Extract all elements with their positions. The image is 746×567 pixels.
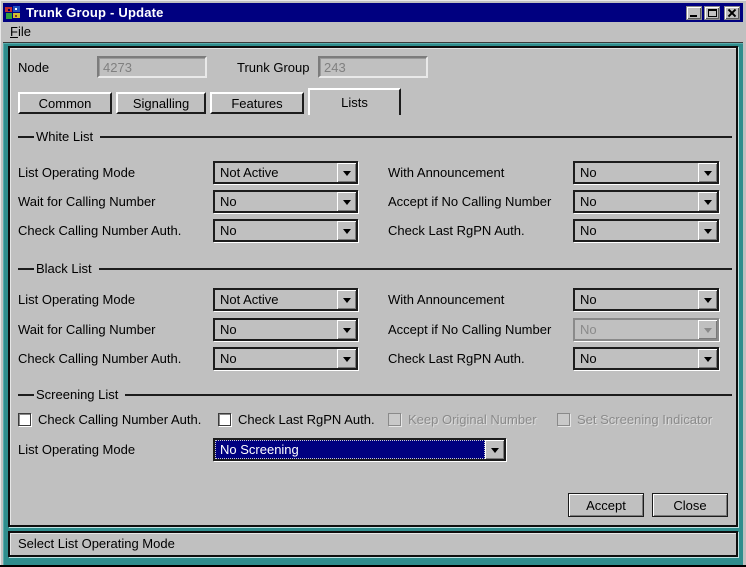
white-list-title: White List [34,129,100,144]
maximize-icon [708,9,717,17]
black-list-group-header: Black List [18,262,732,275]
checkbox-label: Check Last RgPN Auth. [238,412,375,427]
chevron-down-icon[interactable] [698,221,717,240]
wl-with-announcement-label: With Announcement [388,165,504,180]
trunk-group-label: Trunk Group [237,60,310,75]
window-title: Trunk Group - Update [26,5,164,20]
node-field [97,56,207,78]
bl-accept-if-no-calling-number-combo: No [573,318,719,341]
bl-check-calling-number-auth-label: Check Calling Number Auth. [18,351,181,366]
combo-value: No [575,290,698,309]
bl-check-last-rgpn-auth-label: Check Last RgPN Auth. [388,351,525,366]
combo-value-selected: No Screening [215,440,485,459]
wl-accept-if-no-calling-number-combo[interactable]: No [573,190,719,213]
combo-value: No [575,163,698,182]
combo-value: No [215,349,337,368]
bl-check-last-rgpn-auth-combo[interactable]: No [573,347,719,370]
chevron-down-icon[interactable] [337,163,356,182]
app-icon [5,6,21,20]
minimize-button[interactable] [686,6,702,20]
checkbox-set-screening-indicator: Set Screening Indicator [557,412,712,427]
white-list-group-header: White List [18,130,732,143]
combo-value: Not Active [215,290,337,309]
combo-value: No [575,192,698,211]
combo-value: No [575,349,698,368]
checkbox-box [557,413,570,426]
chevron-down-icon[interactable] [337,221,356,240]
status-bar: Select List Operating Mode [8,531,738,557]
tab-signalling[interactable]: Signalling [116,92,206,114]
bl-wait-for-calling-number-label: Wait for Calling Number [18,322,156,337]
screening-list-group-header: Screening List [18,388,732,401]
title-bar: Trunk Group - Update [3,3,743,22]
minimize-icon [690,15,697,17]
checkbox-box [388,413,401,426]
checkbox-box[interactable] [18,413,31,426]
chevron-down-icon[interactable] [337,349,356,368]
menu-file[interactable]: File [3,22,38,42]
wl-wait-for-calling-number-label: Wait for Calling Number [18,194,156,209]
wl-check-calling-number-auth-label: Check Calling Number Auth. [18,223,181,238]
combo-value: No [575,320,698,339]
chevron-down-icon[interactable] [485,440,504,459]
screening-list-title: Screening List [34,387,125,402]
sl-list-operating-mode-combo[interactable]: No Screening [213,438,506,461]
bl-with-announcement-combo[interactable]: No [573,288,719,311]
combo-value: No [215,192,337,211]
checkbox-check-calling-number-auth[interactable]: Check Calling Number Auth. [18,412,201,427]
wl-list-operating-mode-combo[interactable]: Not Active [213,161,358,184]
chevron-down-icon[interactable] [698,349,717,368]
bl-with-announcement-label: With Announcement [388,292,504,307]
menu-bar: File [3,22,743,42]
wl-check-last-rgpn-auth-label: Check Last RgPN Auth. [388,223,525,238]
wl-check-last-rgpn-auth-combo[interactable]: No [573,219,719,242]
chevron-down-icon[interactable] [337,192,356,211]
checkbox-box[interactable] [218,413,231,426]
bl-check-calling-number-auth-combo[interactable]: No [213,347,358,370]
chevron-down-icon [698,320,717,339]
checkbox-label: Set Screening Indicator [577,412,712,427]
checkbox-label: Keep Original Number [408,412,537,427]
main-panel: Node Trunk Group Common Signalling Featu… [8,46,738,527]
close-button[interactable]: Close [652,493,728,517]
sl-list-operating-mode-label: List Operating Mode [18,442,135,457]
maximize-button[interactable] [704,6,720,20]
close-window-button[interactable] [724,6,740,20]
combo-value: No [215,221,337,240]
chevron-down-icon[interactable] [337,290,356,309]
chevron-down-icon[interactable] [337,320,356,339]
accept-button[interactable]: Accept [568,493,644,517]
wl-list-operating-mode-label: List Operating Mode [18,165,135,180]
chevron-down-icon[interactable] [698,290,717,309]
bl-list-operating-mode-label: List Operating Mode [18,292,135,307]
wl-with-announcement-combo[interactable]: No [573,161,719,184]
combo-value: No [215,320,337,339]
wl-wait-for-calling-number-combo[interactable]: No [213,190,358,213]
tab-lists[interactable]: Lists [308,88,401,115]
checkbox-keep-original-number: Keep Original Number [388,412,537,427]
combo-value: Not Active [215,163,337,182]
bl-accept-if-no-calling-number-label: Accept if No Calling Number [388,322,551,337]
bl-wait-for-calling-number-combo[interactable]: No [213,318,358,341]
tab-features[interactable]: Features [210,92,304,114]
status-message: Select List Operating Mode [10,533,736,554]
tab-common[interactable]: Common [18,92,112,114]
chevron-down-icon[interactable] [698,192,717,211]
combo-value: No [575,221,698,240]
wl-accept-if-no-calling-number-label: Accept if No Calling Number [388,194,551,209]
chevron-down-icon[interactable] [698,163,717,182]
node-label: Node [18,60,49,75]
black-list-title: Black List [34,261,99,276]
checkbox-label: Check Calling Number Auth. [38,412,201,427]
bl-list-operating-mode-combo[interactable]: Not Active [213,288,358,311]
wl-check-calling-number-auth-combo[interactable]: No [213,219,358,242]
app-window: Trunk Group - Update File Node Trunk Gro… [0,0,746,567]
trunk-group-field [318,56,428,78]
checkbox-check-last-rgpn-auth[interactable]: Check Last RgPN Auth. [218,412,375,427]
